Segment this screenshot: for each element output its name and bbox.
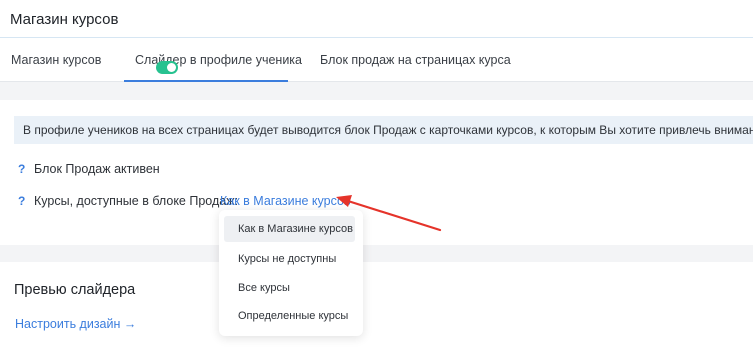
annotation-arrow — [336, 195, 442, 232]
active-label: Блок Продаж активен — [34, 162, 160, 176]
dropdown-option-all-courses[interactable]: Все курсы — [224, 275, 355, 301]
dropdown-option-not-available[interactable]: Курсы не доступны — [224, 246, 355, 272]
active-toggle[interactable] — [156, 61, 178, 74]
tab-course-store[interactable]: Магазин курсов — [11, 53, 101, 67]
tab-course-page-sales-block[interactable]: Блок продаж на страницах курса — [320, 53, 511, 67]
courses-label: Курсы, доступные в блоке Продаж: — [34, 194, 239, 208]
top-bar: Магазин курсов — [0, 0, 753, 38]
tab-bar: Магазин курсов Слайдер в профиле ученика… — [0, 38, 753, 82]
preview-card: Превью слайдера Настроить дизайн → — [0, 262, 753, 347]
dropdown-option-specific-courses[interactable]: Определенные курсы — [224, 303, 355, 329]
configure-design-link[interactable]: Настроить дизайн → — [15, 317, 136, 331]
help-icon[interactable]: ? — [18, 162, 25, 176]
info-text: В профиле учеников на всех страницах буд… — [23, 123, 753, 137]
preview-title: Превью слайдера — [14, 282, 136, 298]
info-banner: В профиле учеников на всех страницах буд… — [14, 116, 753, 144]
active-tab-indicator — [124, 80, 288, 82]
help-icon[interactable]: ? — [18, 194, 25, 208]
page-title: Магазин курсов — [10, 11, 119, 28]
toggle-knob — [167, 63, 176, 72]
